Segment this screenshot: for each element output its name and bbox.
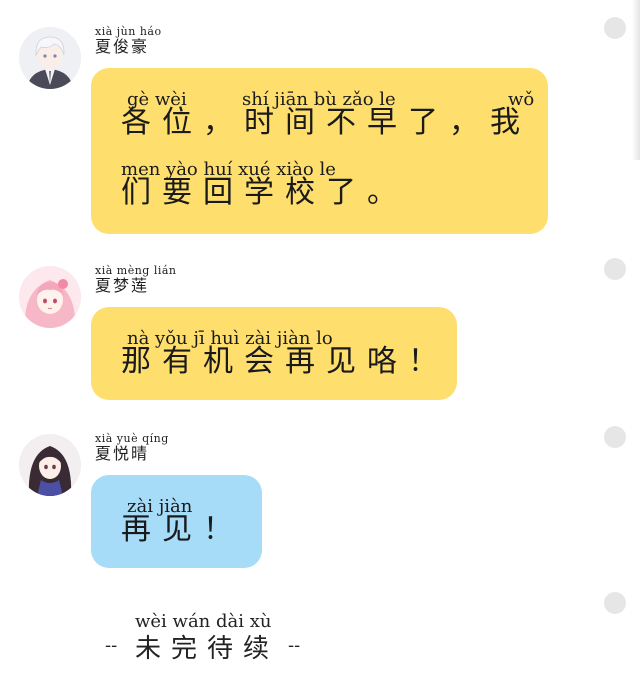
sender-hanzi: 夏悦晴: [95, 444, 150, 463]
message-status-dot[interactable]: [604, 592, 626, 614]
message-line: gè wèi shí jiān bù zǎo le wǒ 各位，时间不早了，我: [121, 90, 541, 144]
avatar-xia-yueqing[interactable]: [19, 434, 81, 496]
footer-dash-left: --: [105, 635, 118, 656]
message-text: 再见！: [121, 512, 244, 547]
footer-pinyin: wèi wán dài xù: [135, 611, 272, 632]
footer-text: 未完待续: [135, 634, 280, 664]
footer-dash-right: --: [288, 635, 301, 656]
sender-name: xià yuè qíng 夏悦晴: [95, 433, 169, 463]
to-be-continued: wèi wán dài xù -- 未完待续 --: [105, 612, 335, 672]
avatar-girl-pink-image: [19, 266, 81, 328]
sender-name: xià mèng lián 夏梦莲: [95, 265, 177, 295]
message-text: 们要回学校了。: [121, 175, 408, 210]
message-line: men yào huí xué xiào le 们要回学校了。: [121, 160, 541, 214]
message-status-dot[interactable]: [604, 426, 626, 448]
message-line: nà yǒu jī huì zài jiàn lo 那有机会再见咯！: [121, 329, 451, 383]
message-bubble-2[interactable]: nà yǒu jī huì zài jiàn lo 那有机会再见咯！: [91, 307, 457, 400]
sender-hanzi: 夏梦莲: [95, 276, 150, 295]
message-text: 那有机会再见咯！: [121, 344, 449, 379]
message-text: 各位，时间不早了，我: [121, 105, 531, 140]
avatar-girl-dark-hair-image: [19, 434, 81, 496]
message-status-dot[interactable]: [604, 258, 626, 280]
avatar-boy-image: [19, 27, 81, 89]
scrollbar-edge[interactable]: [632, 0, 640, 160]
sender-hanzi: 夏俊豪: [95, 37, 150, 56]
message-status-dot[interactable]: [604, 17, 626, 39]
sender-name: xià jùn háo 夏俊豪: [95, 26, 162, 56]
message-line: zài jiàn 再见！: [121, 497, 251, 551]
avatar-xia-menglian[interactable]: [19, 266, 81, 328]
avatar-xia-junhao[interactable]: [19, 27, 81, 89]
message-bubble-3[interactable]: zài jiàn 再见！: [91, 475, 262, 568]
message-bubble-1[interactable]: gè wèi shí jiān bù zǎo le wǒ 各位，时间不早了，我 …: [91, 68, 548, 234]
